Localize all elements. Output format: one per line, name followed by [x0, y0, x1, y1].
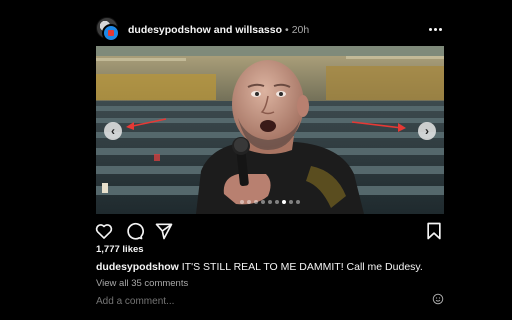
post-actions	[94, 221, 444, 241]
send-icon	[155, 223, 173, 240]
dot-icon	[428, 27, 432, 31]
avatar[interactable]	[96, 17, 122, 43]
dot-icon	[438, 27, 442, 31]
carousel-dot	[268, 200, 272, 204]
carousel-dot	[240, 200, 244, 204]
previous-slide-button[interactable]: ‹	[104, 122, 122, 140]
carousel-dot	[254, 200, 258, 204]
carousel-dot	[247, 200, 251, 204]
carousel-dot	[261, 200, 265, 204]
view-all-comments-link[interactable]: View all 35 comments	[96, 278, 188, 289]
instagram-post: dudesypodshow and willsasso • 20h ‹ › 1,…	[0, 0, 512, 320]
carousel-dot	[282, 200, 286, 204]
likes-count[interactable]: 1,777 likes	[96, 244, 144, 255]
smiley-icon	[432, 293, 444, 305]
post-header: dudesypodshow and willsasso • 20h	[96, 15, 444, 45]
header-separator: •	[285, 24, 289, 36]
carousel-dot	[296, 200, 300, 204]
carousel-indicator	[96, 200, 444, 204]
dot-icon	[433, 27, 437, 31]
post-authors[interactable]: dudesypodshow and willsasso	[128, 24, 282, 36]
chevron-left-icon: ‹	[111, 124, 115, 138]
heart-icon	[95, 224, 113, 239]
bookmark-icon	[427, 222, 441, 240]
comment-input[interactable]	[96, 296, 396, 307]
comment-row	[96, 291, 444, 307]
post-caption: dudesypodshow IT'S STILL REAL TO ME DAMM…	[96, 261, 446, 273]
emoji-button[interactable]	[432, 292, 444, 305]
post-media[interactable]: ‹ ›	[96, 46, 444, 214]
more-options-button[interactable]	[426, 21, 444, 37]
comment-button[interactable]	[124, 221, 144, 241]
save-button[interactable]	[424, 221, 444, 241]
media-photo	[96, 46, 444, 214]
like-button[interactable]	[94, 221, 114, 241]
caption-text: IT'S STILL REAL TO ME DAMMIT! Call me Du…	[181, 261, 423, 273]
chevron-right-icon: ›	[425, 124, 429, 138]
comment-icon	[127, 222, 144, 240]
share-button[interactable]	[154, 221, 174, 241]
caption-username[interactable]: dudesypodshow	[96, 261, 179, 273]
post-time[interactable]: 20h	[292, 24, 310, 36]
next-slide-button[interactable]: ›	[418, 122, 436, 140]
carousel-dot	[289, 200, 293, 204]
carousel-dot	[275, 200, 279, 204]
avatar-secondary	[102, 24, 120, 42]
